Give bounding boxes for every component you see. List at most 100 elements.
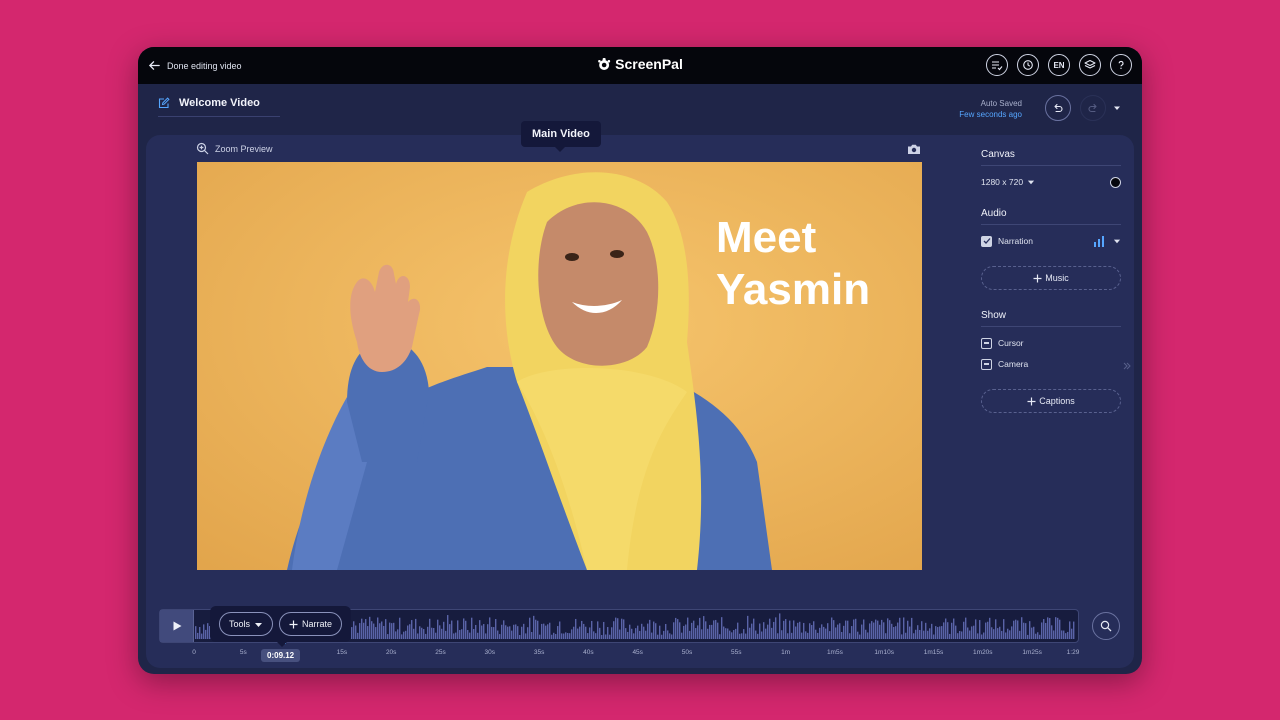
- waveform-bar: [879, 624, 881, 639]
- waveform-bar: [553, 632, 555, 639]
- waveform-bar: [583, 623, 585, 639]
- canvas-heading: Canvas: [981, 149, 1121, 166]
- waveform-bar: [1011, 626, 1013, 639]
- chevron-down-icon[interactable]: [1112, 103, 1122, 113]
- tools-dropdown[interactable]: Tools: [219, 612, 274, 636]
- waveform-bar: [793, 620, 795, 639]
- waveform-bar: [865, 629, 867, 639]
- waveform-bar: [1037, 632, 1039, 639]
- video-title[interactable]: Welcome Video: [158, 97, 280, 117]
- waveform-bar: [537, 620, 539, 639]
- waveform-bar: [495, 619, 497, 639]
- waveform-bar: [873, 622, 875, 639]
- waveform-bar: [493, 627, 495, 639]
- history-button[interactable]: [1017, 54, 1039, 76]
- waveform-bar: [645, 630, 647, 639]
- waveform-bar: [945, 618, 947, 639]
- zoom-preview-button[interactable]: Zoom Preview: [196, 142, 273, 155]
- waveform-bar: [457, 620, 459, 639]
- waveform-bar: [477, 632, 479, 639]
- overlay-title[interactable]: Meet Yasmin: [716, 212, 870, 316]
- redo-button[interactable]: [1080, 95, 1106, 121]
- canvas-color-swatch[interactable]: [1110, 176, 1121, 188]
- narrate-button[interactable]: Narrate: [279, 612, 343, 636]
- waveform-bar: [731, 632, 733, 639]
- waveform-bar: [633, 633, 635, 639]
- waveform-bar: [471, 617, 473, 639]
- tools-toolbar: Tools Narrate: [210, 606, 352, 647]
- play-button[interactable]: [160, 610, 194, 642]
- waveform-bar: [753, 618, 755, 639]
- waveform-bar: [619, 629, 621, 639]
- narration-checkbox[interactable]: [981, 235, 992, 247]
- waveform-bar: [953, 618, 955, 639]
- waveform-bar: [791, 632, 793, 639]
- waveform-bar: [729, 630, 731, 639]
- waveform-bar: [915, 629, 917, 639]
- language-button[interactable]: EN: [1048, 54, 1070, 76]
- waveform-bar: [195, 626, 197, 639]
- waveform-bar: [579, 626, 581, 639]
- waveform-bar: [905, 632, 907, 639]
- camera-icon[interactable]: [907, 143, 921, 155]
- waveform-bar: [1073, 621, 1075, 639]
- help-button[interactable]: [1110, 54, 1132, 76]
- waveform-bar: [377, 617, 379, 639]
- waveform-bar: [549, 622, 551, 639]
- waveform-bar: [965, 617, 967, 639]
- waveform-bar: [839, 623, 841, 639]
- waveform-bar: [445, 630, 447, 639]
- waveform-bar: [467, 630, 469, 639]
- waveform-bar: [367, 626, 369, 639]
- waveform-bar: [381, 621, 383, 639]
- waveform-bar: [895, 626, 897, 639]
- waveform-bar: [663, 630, 665, 639]
- waveform-bar: [951, 622, 953, 639]
- add-music-button[interactable]: Music: [981, 266, 1121, 290]
- camera-toggle[interactable]: [981, 358, 992, 370]
- tools-label: Tools: [229, 619, 251, 629]
- waveform-bar: [437, 619, 439, 639]
- waveform-bar: [845, 620, 847, 639]
- waveform-bar: [653, 621, 655, 639]
- layers-icon: [1084, 60, 1096, 69]
- waveform-bar: [441, 628, 443, 639]
- narrate-label: Narrate: [302, 619, 333, 629]
- waveform-bar: [1065, 633, 1067, 639]
- waveform-bar: [1053, 630, 1055, 639]
- waveform-bar: [997, 628, 999, 639]
- timeline-search-button[interactable]: [1092, 612, 1120, 640]
- waveform-bar: [561, 633, 563, 639]
- waveform-bar: [353, 621, 355, 639]
- waveform-bar: [847, 620, 849, 639]
- top-icon-group: EN: [986, 54, 1132, 76]
- waveform-bar: [529, 617, 531, 639]
- video-preview[interactable]: Meet Yasmin: [197, 162, 922, 570]
- waveform-bar: [1005, 632, 1007, 639]
- waveform-bar: [917, 625, 919, 639]
- waveform-bar: [909, 626, 911, 639]
- done-editing-button[interactable]: Done editing video: [148, 47, 242, 84]
- waveform-bar: [1069, 621, 1071, 639]
- waveform-bar: [1007, 628, 1009, 639]
- waveform-bar: [451, 620, 453, 639]
- chevron-down-icon[interactable]: [1113, 237, 1121, 245]
- waveform-bar: [937, 627, 939, 639]
- resolution-dropdown[interactable]: 1280 x 720: [981, 177, 1035, 187]
- top-bar: Done editing video ScreenPal EN: [138, 47, 1142, 84]
- waveform-bar: [871, 621, 873, 639]
- waveform-bar: [929, 628, 931, 639]
- add-captions-button[interactable]: Captions: [981, 389, 1121, 413]
- collapse-panel-icon[interactable]: [1122, 361, 1132, 371]
- waveform-bar: [955, 625, 957, 639]
- waveform-bar: [531, 631, 533, 639]
- undo-button[interactable]: [1045, 95, 1071, 121]
- waveform-bar: [851, 626, 853, 639]
- layers-button[interactable]: [1079, 54, 1101, 76]
- waveform-bar: [885, 633, 887, 639]
- waveform-bar: [715, 619, 717, 639]
- cursor-toggle[interactable]: [981, 337, 992, 349]
- audio-level-icon[interactable]: [1093, 235, 1107, 247]
- waveform-bar: [595, 633, 597, 639]
- checklist-button[interactable]: [986, 54, 1008, 76]
